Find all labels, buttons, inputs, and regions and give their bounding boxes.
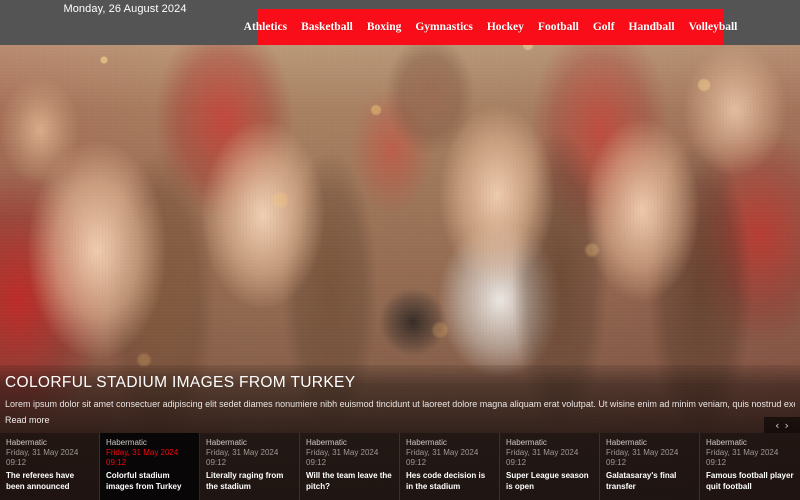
thumbnail-card[interactable]: Habermatic Friday, 31 May 2024 09:12 Hes co… [400,433,500,500]
nav-item-golf[interactable]: Golf [586,21,622,33]
thumbnail-source: Habermatic [606,438,647,447]
nav-item-hockey[interactable]: Hockey [480,21,531,33]
thumbnail-headline: Famous football player quit football [706,471,794,491]
chevron-left-icon[interactable]: ‹ [774,420,780,431]
thumbnail-date: Friday, 31 May 2024 [706,448,779,457]
thumbnail-card[interactable]: Habermatic Friday, 31 May 2024 09:12 Will t… [300,433,400,500]
thumbnail-headline: Hes code decision is in the stadium [406,471,486,491]
thumbnail-headline: Will the team leave the pitch? [306,471,392,491]
nav-list: Athletics Basketball Boxing Gymnastics Hocke… [237,21,745,33]
thumbnail-source: Habermatic [406,438,447,447]
thumbnail-date: Friday, 31 May 2024 [106,448,179,457]
nav-item-boxing[interactable]: Boxing [360,21,409,33]
thumbnail-source: Habermatic [706,438,747,447]
thumbnail-time: 09:12 [206,458,227,467]
thumbnail-card[interactable]: Habermatic Friday, 31 May 2024 09:12 Super … [500,433,600,500]
thumbnail-source: Habermatic [206,438,247,447]
thumbnail-card[interactable]: Habermatic Friday, 31 May 2024 09:12 Famous… [700,433,800,500]
thumbnail-headline: Literally raging from the stadium [206,471,284,491]
thumbnail-date: Friday, 31 May 2024 [606,448,679,457]
thumbnail-headline: Colorful stadium images from Turkey [106,471,182,491]
thumbnail-time: 09:12 [406,458,427,467]
thumbnail-card[interactable]: Habermatic Friday, 31 May 2024 09:12 The re… [0,433,100,500]
thumbnail-time: 09:12 [306,458,327,467]
nav-item-handball[interactable]: Handball [622,21,682,33]
thumbnail-date: Friday, 31 May 2024 [6,448,79,457]
thumbnail-time: 09:12 [706,458,727,467]
hero-description: Lorem ipsum dolor sit amet consectuer ad… [5,399,795,409]
thumbnail-card[interactable]: Habermatic Friday, 31 May 2024 09:12 Colorf… [100,433,200,500]
thumbnail-date: Friday, 31 May 2024 [406,448,479,457]
nav-item-basketball[interactable]: Basketball [294,21,360,33]
thumbnail-source: Habermatic [106,438,147,447]
nav-item-volleyball[interactable]: Volleyball [682,21,745,33]
thumbnail-time: 09:12 [506,458,527,467]
main-navigation: Athletics Basketball Boxing Gymnastics Hocke… [244,9,737,45]
nav-item-athletics[interactable]: Athletics [237,21,294,33]
thumbnail-strip: Habermatic Friday, 31 May 2024 09:12 The re… [0,433,800,500]
carousel-controls: ‹ › [764,417,800,433]
thumbnail-source: Habermatic [306,438,347,447]
thumbnail-headline: Galatasaray's final transfer [606,471,677,491]
nav-item-football[interactable]: Football [531,21,586,33]
thumbnail-card[interactable]: Habermatic Friday, 31 May 2024 09:12 Litera… [200,433,300,500]
thumbnail-source: Habermatic [506,438,547,447]
hero-title: COLORFUL STADIUM IMAGES FROM TURKEY [5,374,356,391]
thumbnail-time: 09:12 [6,458,27,467]
nav-item-gymnastics[interactable]: Gymnastics [408,21,480,33]
thumbnail-date: Friday, 31 May 2024 [206,448,279,457]
thumbnail-time: 09:12 [106,458,127,467]
thumbnail-card[interactable]: Habermatic Friday, 31 May 2024 09:12 Galata… [600,433,700,500]
site-header: Monday, 26 August 2024 Athletics Basketba… [0,0,800,45]
news-slider-page: Monday, 26 August 2024 Athletics Basketba… [0,0,800,500]
current-date: Monday, 26 August 2024 [63,3,187,15]
thumbnail-date: Friday, 31 May 2024 [306,448,379,457]
thumbnail-date: Friday, 31 May 2024 [506,448,579,457]
thumbnail-headline: The referees have been announced [6,471,75,491]
hero-caption: COLORFUL STADIUM IMAGES FROM TURKEY Lore… [0,365,800,433]
read-more-link[interactable]: Read more [5,414,50,426]
chevron-right-icon[interactable]: › [784,420,790,431]
thumbnail-time: 09:12 [606,458,627,467]
thumbnail-source: Habermatic [6,438,47,447]
thumbnail-headline: Super League season is open [506,471,589,491]
